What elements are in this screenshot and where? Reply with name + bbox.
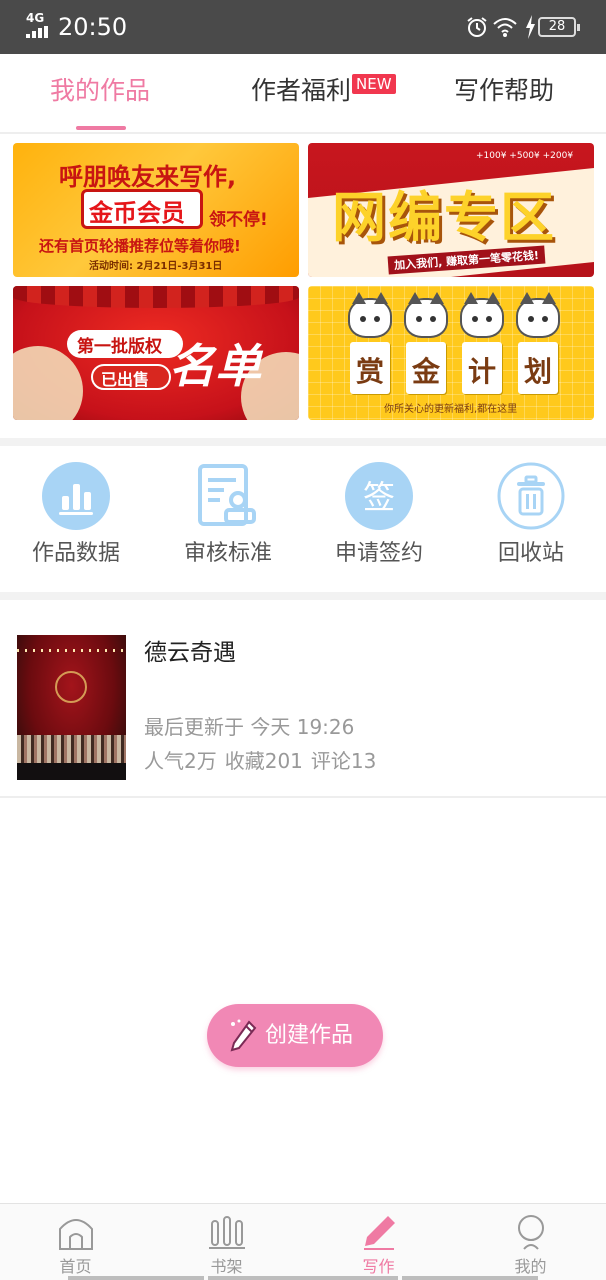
comments-count: 评论13 <box>310 749 377 773</box>
banner-coins: +100¥ +500¥ +200¥ <box>476 151 574 161</box>
work-cover-image <box>17 635 126 780</box>
bottom-navigation: 首页 书架 写作 我的 <box>0 1203 606 1280</box>
work-list-item[interactable]: 德云奇遇 最后更新于 今天 19:26 人气2万 收藏201 评论13 <box>0 600 606 798</box>
cat-icon <box>348 292 392 338</box>
work-last-updated: 最后更新于 今天 19:26 <box>144 715 355 739</box>
nav-label: 写作 <box>362 1257 395 1276</box>
banner-bounty-plan[interactable]: 赏 金 计 划 你所关心的更新福利,都在这里 <box>308 286 594 420</box>
document-stamp-icon <box>198 464 256 526</box>
banner-text: 已出售 <box>101 370 150 389</box>
battery-level: 28 <box>538 17 580 37</box>
cat-icon <box>404 292 448 338</box>
signal-icon <box>26 26 52 38</box>
bounty-char: 计 <box>467 355 496 388</box>
promo-banners: 呼朋唤友来写作, 金币会员 领不停! 还有首页轮播推荐位等着你哦! 活动时间: … <box>0 136 606 438</box>
new-badge: NEW <box>352 74 396 94</box>
alarm-icon <box>467 17 487 37</box>
gesture-bar <box>402 1276 538 1280</box>
bounty-char: 金 <box>411 355 440 388</box>
bounty-char: 赏 <box>355 355 384 388</box>
banner-text: 呼朋唤友来写作, <box>59 163 237 191</box>
work-stats: 人气2万 收藏201 评论13 <box>144 748 384 774</box>
banner-date: 活动时间: 2月21日-3月31日 <box>89 261 223 272</box>
status-bar: 4G 20:50 28 <box>0 0 606 54</box>
pencil-icon <box>230 1019 257 1052</box>
action-review-standards[interactable]: 审核标准 <box>152 446 304 592</box>
pencil-icon <box>364 1216 395 1250</box>
popularity-count: 人气2万 <box>144 749 217 773</box>
tab-writing-help[interactable]: 写作帮助 <box>454 74 554 108</box>
banner-invite-friends[interactable]: 呼朋唤友来写作, 金币会员 领不停! 还有首页轮播推荐位等着你哦! 活动时间: … <box>13 143 299 277</box>
svg-text:签: 签 <box>363 478 395 516</box>
clock: 20:50 <box>58 13 128 41</box>
cat-icon <box>460 292 504 338</box>
action-work-data[interactable]: 作品数据 <box>0 446 152 592</box>
work-title: 德云奇遇 <box>144 640 236 666</box>
action-label: 申请签约 <box>334 541 423 566</box>
banner-text: 金币会员 <box>89 199 185 227</box>
nav-label: 我的 <box>514 1257 547 1276</box>
charging-icon <box>526 15 535 39</box>
action-label: 审核标准 <box>183 541 272 566</box>
banner-title: 网编专区 <box>332 186 556 249</box>
banner-text: 领不停! <box>209 210 268 230</box>
bounty-char: 划 <box>523 355 552 388</box>
cat-icon <box>516 292 560 338</box>
banner-text: 你所关心的更新福利,都在这里 <box>384 404 518 415</box>
create-work-button[interactable]: 创建作品 <box>207 1004 383 1067</box>
network-type: 4G <box>26 11 45 25</box>
home-icon <box>59 1219 93 1250</box>
gesture-bar <box>208 1276 398 1280</box>
profile-icon <box>518 1215 544 1250</box>
fan-decoration <box>13 346 83 420</box>
action-label: 回收站 <box>497 541 564 566</box>
banner-text: 还有首页轮播推荐位等着你哦! <box>39 237 241 255</box>
favorites-count: 收藏201 <box>224 749 303 773</box>
section-divider <box>0 592 606 600</box>
top-tabs: 我的作品 作者福利 NEW 写作帮助 <box>0 54 606 134</box>
tab-my-works[interactable]: 我的作品 <box>50 74 150 108</box>
nav-write[interactable]: 写作 <box>303 1204 454 1280</box>
wifi-icon <box>493 18 517 37</box>
nav-label: 书架 <box>210 1257 243 1276</box>
nav-home[interactable]: 首页 <box>0 1204 151 1280</box>
quick-actions: 作品数据 审核标准 签 申请签约 回收站 <box>0 446 606 592</box>
active-tab-indicator <box>76 126 126 130</box>
nav-bookshelf[interactable]: 书架 <box>151 1204 302 1280</box>
gesture-bar <box>68 1276 204 1280</box>
trash-icon <box>497 462 565 530</box>
nav-profile[interactable]: 我的 <box>455 1204 606 1280</box>
create-work-label: 创建作品 <box>265 1023 354 1048</box>
nav-label: 首页 <box>59 1257 92 1276</box>
banner-title: 名单 <box>169 339 261 393</box>
action-recycle-bin[interactable]: 回收站 <box>455 446 606 592</box>
section-divider <box>0 438 606 446</box>
bar-chart-icon <box>42 462 110 530</box>
action-label: 作品数据 <box>31 541 120 566</box>
bookshelf-icon <box>209 1216 245 1249</box>
banner-copyright-list[interactable]: 第一批版权 已出售 名单 <box>13 286 299 420</box>
action-apply-contract[interactable]: 签 申请签约 <box>303 446 455 592</box>
banner-text: 第一批版权 <box>77 337 162 357</box>
banner-web-editor-zone[interactable]: +100¥ +500¥ +200¥ 网编专区 加入我们, 赚取第一笔零花钱! <box>308 143 594 277</box>
curtain-decoration <box>13 286 299 308</box>
tab-author-benefits[interactable]: 作者福利 <box>251 74 351 108</box>
sign-icon: 签 <box>345 462 413 530</box>
